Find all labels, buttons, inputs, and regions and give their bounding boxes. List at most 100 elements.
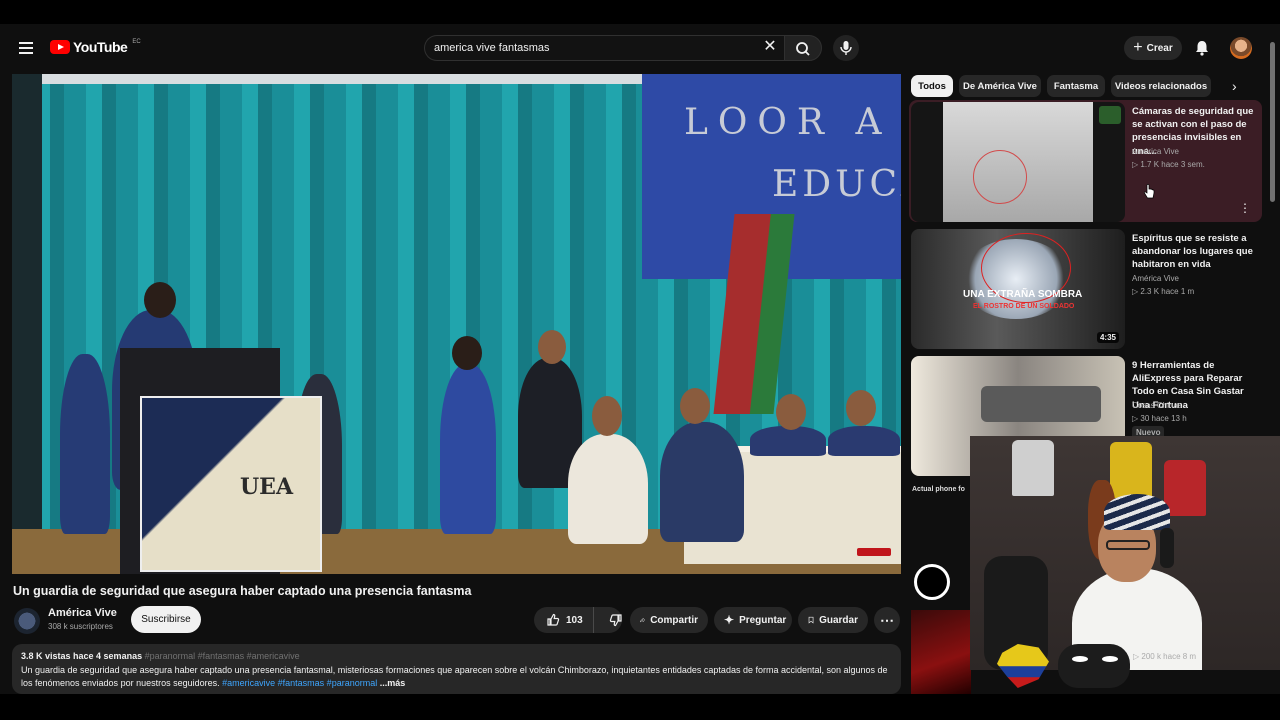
- more-actions-button[interactable]: ⋯: [874, 607, 900, 633]
- notifications-bell-icon[interactable]: [1192, 38, 1212, 58]
- recommended-video-meta: ▷ 1.7 K hace 3 sem.: [1132, 160, 1205, 169]
- teacher-1: [660, 422, 744, 542]
- description-text: Un guardia de seguridad que asegura habe…: [21, 664, 888, 689]
- share-label: Compartir: [650, 614, 698, 626]
- thumb-caption-2: EL ROSTRO DE UN SOLDADO: [973, 303, 1075, 310]
- related-filter-chips: Todos De América Vive Fantasma Videos re…: [911, 75, 1251, 97]
- recommended-video-channel[interactable]: América Vive: [1132, 274, 1179, 283]
- sparkle-icon: ✦: [724, 613, 735, 627]
- recommended-video-meta: ▷ 2.3 K hace 1 m: [1132, 287, 1195, 296]
- description-tags-top[interactable]: #paranormal #fantasmas #americavive: [145, 651, 300, 661]
- video-title: Un guardia de seguridad que asegura habe…: [13, 584, 472, 598]
- logo-text: YouTube: [73, 39, 128, 55]
- chevron-right-icon[interactable]: ›: [1232, 78, 1237, 94]
- channel-avatar[interactable]: [14, 608, 40, 634]
- student-2: [60, 354, 110, 534]
- chip-fantasma[interactable]: Fantasma: [1047, 75, 1105, 97]
- jersey-white: [1012, 440, 1054, 496]
- share-button[interactable]: Compartir: [630, 607, 708, 633]
- headset-icon: [1160, 528, 1174, 568]
- teacher-1-head: [680, 388, 710, 424]
- jersey-red: [1164, 460, 1206, 516]
- video-duration: 4:35: [1096, 332, 1119, 343]
- search-icon: [796, 42, 810, 56]
- recording-badge: [857, 548, 891, 556]
- youtube-logo[interactable]: YouTube EC: [50, 39, 141, 55]
- screen-bottom-border: [0, 694, 1280, 720]
- create-button[interactable]: + Crear: [1124, 36, 1182, 60]
- student-standing-head: [538, 330, 566, 364]
- search-input[interactable]: [434, 42, 754, 54]
- screen-top-border: [0, 0, 1280, 24]
- partial-video-title[interactable]: Actual phone fo: [912, 486, 965, 493]
- podium-sign-text: UEA: [240, 474, 294, 500]
- sticker-eye-right: [1102, 656, 1118, 662]
- show-more-link[interactable]: ...más: [380, 678, 406, 688]
- top-header: YouTube EC ✕ + Crear: [0, 24, 1280, 72]
- banner-text-line1: LOOR A: [684, 102, 892, 143]
- page-scrollbar[interactable]: [1270, 42, 1275, 202]
- podium-sign: [140, 396, 322, 572]
- recommended-video-channel[interactable]: América Vive: [1132, 147, 1179, 156]
- ask-label: Preguntar: [739, 614, 787, 626]
- sticker-eye-left: [1072, 656, 1088, 662]
- student-walking-head: [452, 336, 482, 370]
- hand-cursor-icon: [1143, 184, 1155, 199]
- thumb-channel-logo: [1099, 106, 1121, 124]
- youtube-app: YouTube EC ✕ + Crear: [0, 24, 1280, 694]
- recommended-video-title[interactable]: Espíritus que se resiste a abandonar los…: [1132, 232, 1260, 272]
- create-label: Crear: [1146, 42, 1173, 54]
- view-stats: 3.8 K vistas hace 4 semanas: [21, 651, 143, 661]
- recommended-video[interactable]: UNA EXTRAÑA SOMBRA EL ROSTRO DE UN SOLDA…: [909, 227, 1262, 349]
- more-vert-icon[interactable]: ⋮: [1239, 201, 1251, 215]
- bookmark-icon: [808, 616, 814, 624]
- search-box[interactable]: [424, 35, 786, 61]
- menu-icon[interactable]: [14, 36, 38, 60]
- ask-button[interactable]: ✦ Preguntar: [714, 607, 792, 633]
- teacher-2: [750, 426, 826, 456]
- like-button[interactable]: 103: [534, 607, 594, 633]
- channel-name[interactable]: América Vive: [48, 607, 117, 619]
- queen-seated: [568, 434, 648, 544]
- plus-icon: +: [1133, 39, 1143, 56]
- teacher-3: [828, 426, 900, 456]
- chip-todos[interactable]: Todos: [911, 75, 953, 97]
- description-hashtags[interactable]: #americavive #fantasmas #paranormal: [222, 678, 377, 688]
- voice-search-button[interactable]: [833, 35, 859, 61]
- microphone-icon: [840, 41, 852, 55]
- recommended-video[interactable]: Cámaras de seguridad que se activan con …: [909, 100, 1262, 222]
- youtube-play-icon: [50, 40, 70, 54]
- channel-logo-icon: [914, 564, 950, 600]
- streamer-glasses: [1106, 540, 1150, 550]
- partial-thumbnail[interactable]: [911, 610, 971, 694]
- account-avatar[interactable]: [1230, 37, 1252, 59]
- student-1-head: [144, 282, 176, 318]
- banner-text-line2: EDUCA: [772, 164, 901, 205]
- jersey-yellow: [1110, 442, 1152, 498]
- partial-video-meta: ▷ 200 k hace 8 m: [1133, 652, 1197, 661]
- search-button[interactable]: [784, 35, 822, 61]
- dislike-button[interactable]: [599, 607, 633, 633]
- queen-head: [592, 396, 622, 436]
- teacher-2-head: [776, 394, 806, 430]
- thumbs-up-icon: [547, 613, 560, 626]
- left-shadow: [12, 74, 42, 574]
- description-box[interactable]: 3.8 K vistas hace 4 semanas #paranormal …: [12, 644, 901, 694]
- recommended-video-meta: ▷ 30 hace 13 h: [1132, 414, 1187, 423]
- thumb-caption-1: UNA EXTRAÑA SOMBRA: [963, 289, 1083, 300]
- video-player[interactable]: LOOR A EDUCA UEA: [12, 74, 901, 574]
- save-button[interactable]: Guardar: [798, 607, 868, 633]
- video-thumbnail[interactable]: UNA EXTRAÑA SOMBRA EL ROSTRO DE UN SOLDA…: [911, 229, 1125, 349]
- country-code: EC: [132, 39, 141, 45]
- chip-videos-relacionados[interactable]: Videos relacionados: [1111, 75, 1211, 97]
- thumbs-down-icon: [609, 614, 622, 627]
- save-label: Guardar: [819, 614, 858, 626]
- like-count: 103: [566, 614, 583, 626]
- share-icon: [640, 617, 646, 623]
- recommended-video-channel[interactable]: Cosas Chinas: [1132, 401, 1182, 410]
- video-thumbnail[interactable]: [911, 102, 1125, 222]
- like-dislike-group: 103: [534, 607, 622, 633]
- chip-de-america-vive[interactable]: De América Vive: [959, 75, 1041, 97]
- clear-search-icon[interactable]: ✕: [763, 39, 777, 55]
- subscribe-button[interactable]: Suscribirse: [131, 606, 201, 633]
